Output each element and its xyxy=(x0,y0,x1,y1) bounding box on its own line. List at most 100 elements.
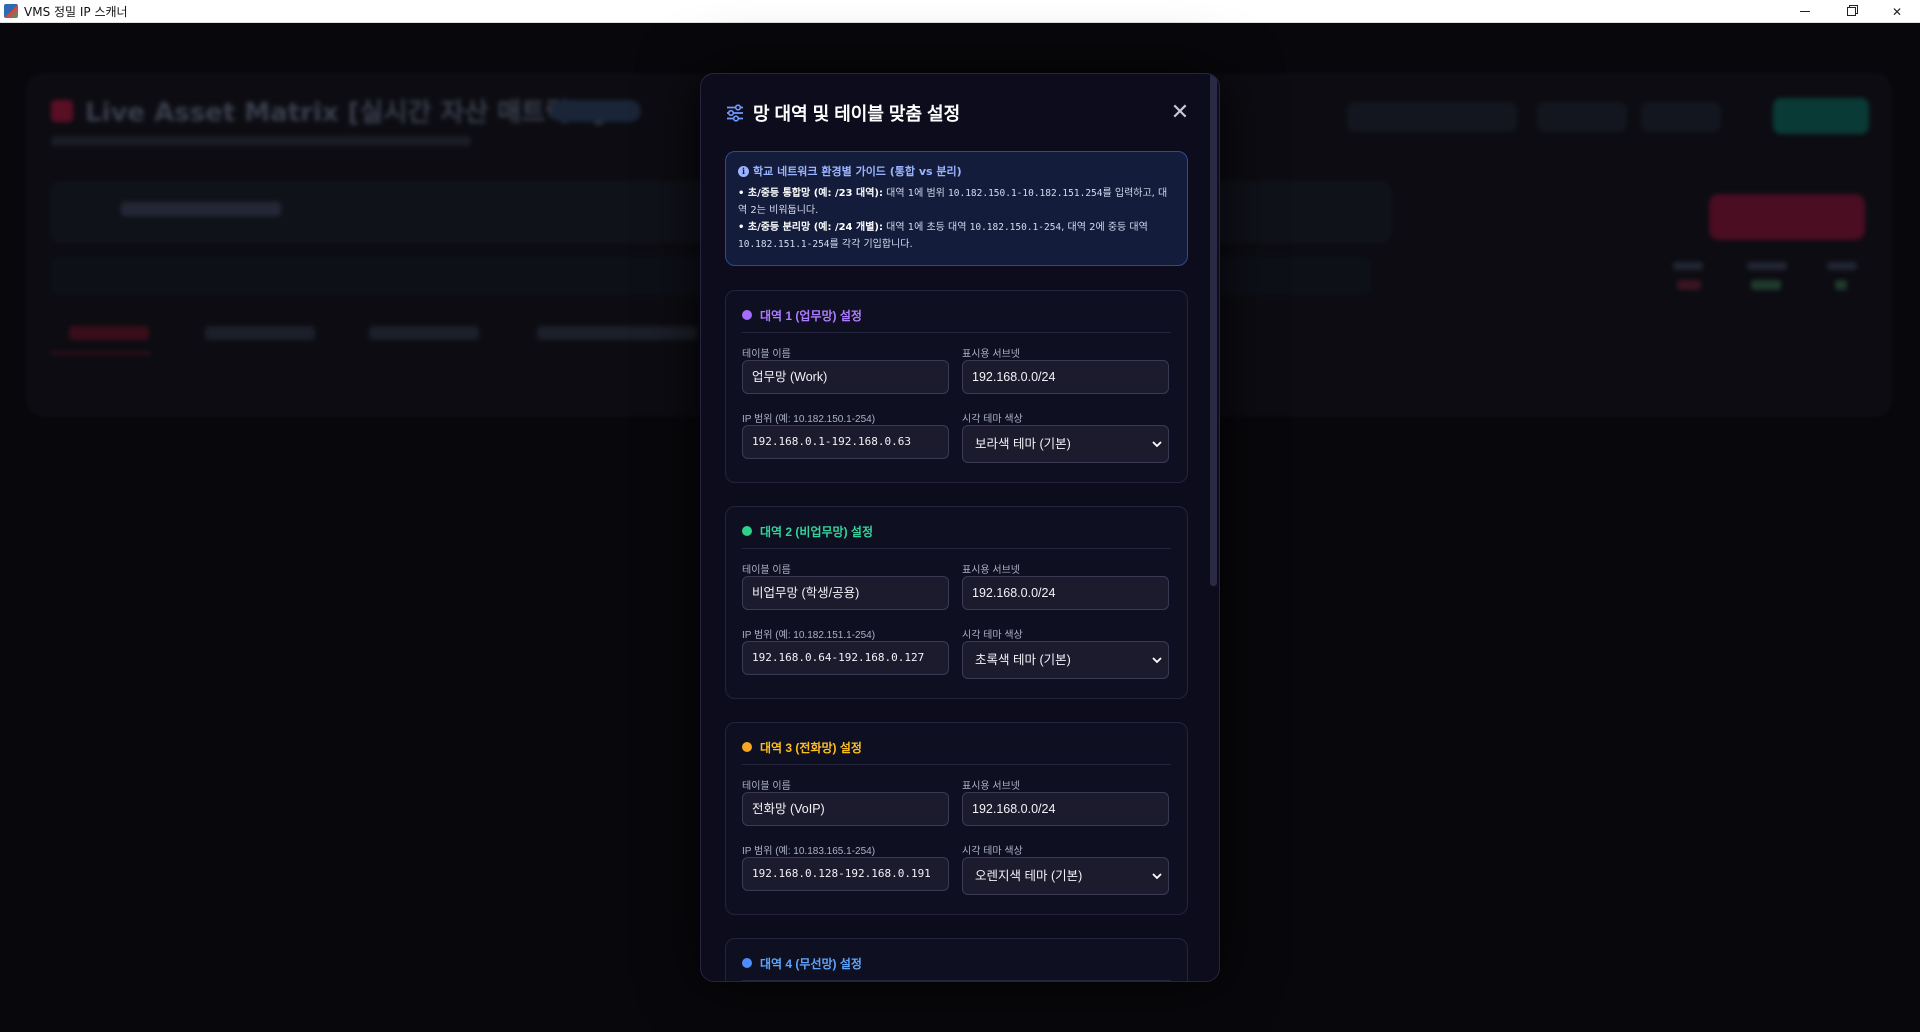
minimize-icon xyxy=(1800,11,1810,12)
band-1-ip-range-label: IP 범위 (예: 10.182.150.1-254) xyxy=(742,414,876,425)
band-1-title: 대역 1 (업무망) 설정 xyxy=(760,309,862,323)
guide-line2-post: 를 각각 기입합니다. xyxy=(829,239,913,250)
active-tab-indicator xyxy=(51,352,151,354)
band-3-ip-range-input[interactable]: 192.168.0.128-192.168.0.191 xyxy=(742,857,949,891)
guide-line2-mid: , 대역 2에 중등 대역 xyxy=(1061,222,1148,233)
band-1-theme-value: 보라색 테마 (기본) xyxy=(975,437,1071,451)
guide-line2-range2: 10.182.151.1-254 xyxy=(738,239,830,250)
sliders-icon xyxy=(727,104,743,122)
status-badge xyxy=(551,100,641,122)
band-1-table-name-input[interactable]: 업무망 (Work) xyxy=(742,360,949,394)
modal-close-button[interactable]: ✕ xyxy=(1169,102,1191,124)
band-4-header: 대역 4 (무선망) 설정 xyxy=(742,955,1171,981)
tab xyxy=(369,326,479,340)
stat-value xyxy=(1751,280,1781,290)
guide-line2-range1: 10.182.150.1-254 xyxy=(969,222,1062,233)
status-chip xyxy=(1347,102,1517,132)
network-guide-box: i 학교 네트워크 환경별 가이드 (통합 vs 분리) • 초/중등 통합망 … xyxy=(725,151,1188,266)
band-3-table-name-input[interactable]: 전화망 (VoIP) xyxy=(742,792,949,826)
theme-color-label: 시각 테마 색상 xyxy=(962,846,1023,857)
band-2-ip-range-label: IP 범위 (예: 10.182.151.1-254) xyxy=(742,630,876,641)
band-1-subnet-input[interactable]: 192.168.0.0/24 xyxy=(962,360,1169,394)
band-2-ip-range-input[interactable]: 192.168.0.64-192.168.0.127 xyxy=(742,641,949,675)
band-4-card: 대역 4 (무선망) 설정 xyxy=(725,938,1188,981)
guide-line2-bold: • 초/중등 분리망 (예: /24 개별): xyxy=(738,222,883,233)
modal-title: 망 대역 및 테이블 맞춤 설정 xyxy=(753,104,961,124)
modal-scrollbar-thumb[interactable] xyxy=(1210,74,1217,586)
band-2-card: 대역 2 (비업무망) 설정 테이블 이름 비업무망 (학생/공용) 표시용 서… xyxy=(725,506,1188,699)
table-name-label: 테이블 이름 xyxy=(742,349,791,360)
band-1-theme-select[interactable]: 보라색 테마 (기본) xyxy=(962,425,1169,463)
tab xyxy=(537,326,697,340)
band-2-theme-value: 초록색 테마 (기본) xyxy=(975,653,1071,667)
window-titlebar: VMS 정밀 IP 스캐너 ✕ xyxy=(0,0,1920,23)
stat-label xyxy=(1673,262,1703,270)
band-1-card: 대역 1 (업무망) 설정 테이블 이름 업무망 (Work) 표시용 서브넷 … xyxy=(725,290,1188,483)
scan-button xyxy=(1709,194,1865,240)
primary-button xyxy=(1773,98,1869,134)
maximize-button[interactable] xyxy=(1828,0,1874,23)
band-3-title: 대역 3 (전화망) 설정 xyxy=(760,741,862,755)
tab xyxy=(69,326,149,340)
band-1-color-dot xyxy=(742,310,752,320)
stat-label xyxy=(1827,262,1857,270)
table-name-label: 테이블 이름 xyxy=(742,781,791,792)
background-subtitle xyxy=(51,136,471,146)
background-app-title: Live Asset Matrix [실시간 자산 매트릭스] xyxy=(85,98,605,128)
close-icon: ✕ xyxy=(1170,100,1190,125)
band-4-color-dot xyxy=(742,958,752,968)
chevron-down-icon xyxy=(1152,441,1162,448)
restore-icon xyxy=(1846,7,1856,16)
display-subnet-label: 표시용 서브넷 xyxy=(962,781,1020,792)
band-1-ip-range-input[interactable]: 192.168.0.1-192.168.0.63 xyxy=(742,425,949,459)
network-settings-modal: 망 대역 및 테이블 맞춤 설정 ✕ i 학교 네트워크 환경별 가이드 (통합… xyxy=(700,73,1220,982)
display-subnet-label: 표시용 서브넷 xyxy=(962,565,1020,576)
band-2-header: 대역 2 (비업무망) 설정 xyxy=(742,523,1171,549)
stat-value xyxy=(1835,280,1847,290)
band-1-header: 대역 1 (업무망) 설정 xyxy=(742,307,1171,333)
window-close-button[interactable]: ✕ xyxy=(1874,0,1920,23)
band-3-theme-select[interactable]: 오렌지색 테마 (기본) xyxy=(962,857,1169,895)
display-subnet-label: 표시용 서브넷 xyxy=(962,349,1020,360)
band-2-subnet-input[interactable]: 192.168.0.0/24 xyxy=(962,576,1169,610)
theme-color-label: 시각 테마 색상 xyxy=(962,630,1023,641)
theme-color-label: 시각 테마 색상 xyxy=(962,414,1023,425)
guide-line1-range: 10.182.150.1-10.182.151.254 xyxy=(948,188,1103,199)
guide-line1-pre: 대역 1에 범위 xyxy=(882,188,949,199)
band-2-title: 대역 2 (비업무망) 설정 xyxy=(760,525,873,539)
modal-scrollbar[interactable] xyxy=(1209,74,1219,981)
window-title: VMS 정밀 IP 스캐너 xyxy=(24,4,128,19)
band-3-color-dot xyxy=(742,742,752,752)
close-icon: ✕ xyxy=(1891,4,1903,19)
guide-line-integrated: • 초/중등 통합망 (예: /23 대역): 대역 1에 범위 10.182.… xyxy=(738,185,1175,219)
band-3-subnet-input[interactable]: 192.168.0.0/24 xyxy=(962,792,1169,826)
guide-line1-bold: • 초/중등 통합망 (예: /23 대역): xyxy=(738,188,883,199)
app-icon xyxy=(4,4,18,18)
toolbar-button xyxy=(1641,102,1721,132)
band-4-title: 대역 4 (무선망) 설정 xyxy=(760,957,862,971)
guide-line-separated: • 초/중등 분리망 (예: /24 개별): 대역 1에 초등 대역 10.1… xyxy=(738,219,1175,253)
tab xyxy=(205,326,315,340)
band-2-color-dot xyxy=(742,526,752,536)
band-3-card: 대역 3 (전화망) 설정 테이블 이름 전화망 (VoIP) 표시용 서브넷 … xyxy=(725,722,1188,915)
app-logo xyxy=(51,100,73,122)
guide-line2-pre: 대역 1에 초등 대역 xyxy=(882,222,970,233)
table-name-label: 테이블 이름 xyxy=(742,565,791,576)
background-search-text xyxy=(121,202,281,216)
stat-label xyxy=(1747,262,1787,270)
modal-header: 망 대역 및 테이블 맞춤 설정 ✕ xyxy=(725,98,1191,128)
window-controls: ✕ xyxy=(1782,0,1920,23)
info-icon: i xyxy=(738,165,749,177)
chevron-down-icon xyxy=(1152,657,1162,664)
band-2-theme-select[interactable]: 초록색 테마 (기본) xyxy=(962,641,1169,679)
minimize-button[interactable] xyxy=(1782,0,1828,23)
band-2-table-name-input[interactable]: 비업무망 (학생/공용) xyxy=(742,576,949,610)
guide-title-text: 학교 네트워크 환경별 가이드 (통합 vs 분리) xyxy=(753,165,962,178)
band-3-header: 대역 3 (전화망) 설정 xyxy=(742,739,1171,765)
toolbar-button xyxy=(1537,102,1627,132)
stat-value xyxy=(1677,280,1701,290)
band-3-theme-value: 오렌지색 테마 (기본) xyxy=(975,869,1083,883)
guide-title: i 학교 네트워크 환경별 가이드 (통합 vs 분리) xyxy=(738,163,1175,179)
band-3-ip-range-label: IP 범위 (예: 10.183.165.1-254) xyxy=(742,846,876,857)
chevron-down-icon xyxy=(1152,873,1162,880)
